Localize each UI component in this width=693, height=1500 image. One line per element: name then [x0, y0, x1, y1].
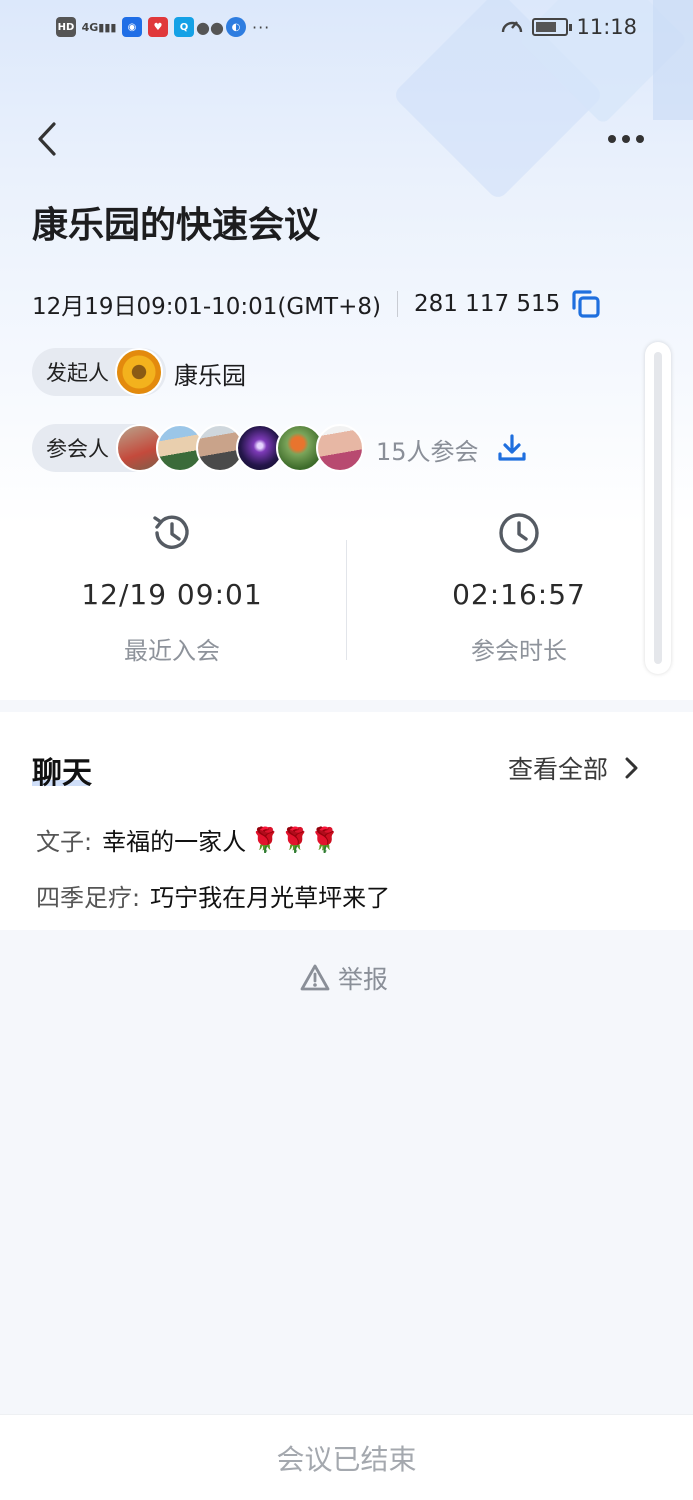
back-button[interactable]: [30, 118, 70, 162]
last-join-label: 最近入会: [124, 637, 220, 665]
clock-icon: [499, 513, 539, 553]
scrollbar[interactable]: [645, 342, 671, 674]
download-icon[interactable]: [496, 432, 528, 464]
bulb-app-icon: ◉: [122, 17, 142, 37]
chat-text: 巧宁我在月光草坪来了: [150, 884, 391, 912]
stat-divider: [346, 540, 347, 660]
chat-message[interactable]: 文子: 幸福的一家人 🌹🌹🌹: [36, 822, 340, 857]
participants-label: 参会人: [46, 437, 109, 461]
duration-label: 参会时长: [471, 637, 567, 665]
meeting-ended-status: 会议已结束: [0, 1414, 693, 1500]
hd-icon: HD: [56, 17, 76, 37]
meeting-title: 康乐园的快速会议: [32, 205, 321, 246]
duration-value: 02:16:57: [452, 578, 586, 611]
participants-count: 15人参会: [376, 438, 479, 466]
chevron-left-icon: [38, 122, 56, 156]
wechat-icon: ●●: [196, 17, 224, 37]
view-all-button[interactable]: 查看全部: [508, 750, 644, 786]
browser-icon: ◐: [226, 17, 246, 37]
chat-title: 聊天: [32, 756, 92, 791]
chat-text: 幸福的一家人: [102, 828, 247, 856]
signal-icon: 4G ▮▮▮: [81, 20, 117, 34]
divider: [396, 291, 398, 317]
scrollbar-thumb[interactable]: [654, 352, 662, 664]
speed-icon: [500, 14, 524, 41]
avatar: [316, 424, 364, 472]
chat-section: 聊天 查看全部 文子: 幸福的一家人 🌹🌹🌹 四季足疗: 巧宁我在月光草坪来了: [0, 712, 693, 930]
copy-icon[interactable]: [570, 288, 602, 320]
last-join-stat: 12/19 09:01 最近入会: [2, 510, 342, 666]
status-bar: HD 4G ▮▮▮ ◉ ♥ Q ●● ◐ ··· 11:18: [0, 0, 693, 54]
more-options-button[interactable]: [600, 122, 652, 156]
initiator-label: 发起人: [46, 361, 109, 385]
more-dots-icon: [608, 135, 644, 143]
history-icon: [153, 515, 189, 549]
chat-sender: 文子:: [36, 828, 93, 856]
view-all-label: 查看全部: [508, 755, 609, 784]
warning-icon: [300, 964, 330, 991]
chat-message[interactable]: 四季足疗: 巧宁我在月光草坪来了: [36, 878, 390, 913]
initiator-name: 康乐园: [174, 362, 246, 390]
heart-app-icon: ♥: [148, 17, 168, 37]
last-join-value: 12/19 09:01: [81, 578, 263, 611]
meeting-info-row: 12月19日09:01-10:01(GMT+8) 281 117 515: [32, 284, 602, 324]
initiator-avatar[interactable]: [115, 348, 163, 396]
battery-icon: [532, 18, 573, 36]
meeting-id: 281 117 515: [413, 291, 561, 317]
report-button[interactable]: 举报: [300, 960, 388, 996]
clock-time: 11:18: [576, 15, 637, 39]
meeting-ended-label: 会议已结束: [276, 1442, 417, 1476]
meeting-time: 12月19日09:01-10:01(GMT+8): [32, 294, 381, 320]
initiator-chip: 发起人: [32, 348, 166, 396]
participant-avatars[interactable]: [116, 424, 364, 472]
duration-stat: 02:16:57 参会时长: [349, 510, 689, 666]
report-label: 举报: [338, 965, 389, 994]
more-notifications-icon: ···: [252, 17, 271, 37]
search-app-icon: Q: [174, 17, 194, 37]
rose-emoji: 🌹🌹🌹: [250, 825, 340, 854]
chevron-right-icon: [625, 757, 638, 779]
chat-sender: 四季足疗:: [36, 884, 141, 912]
